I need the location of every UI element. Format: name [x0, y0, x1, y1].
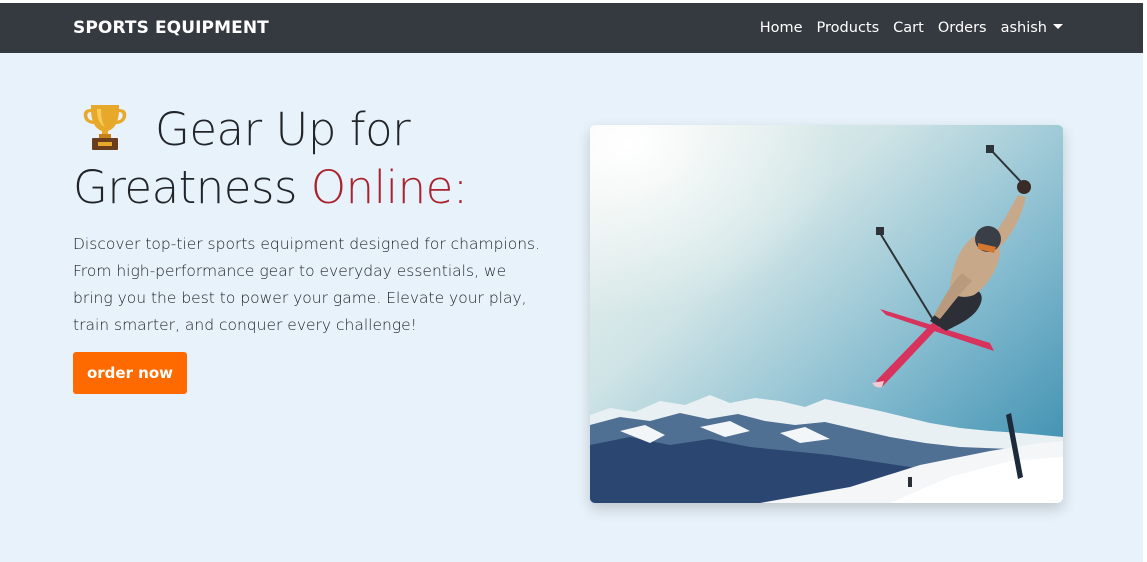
top-navbar: SPORTS EQUIPMENT Home Products Cart Orde…: [0, 3, 1143, 53]
order-now-button[interactable]: order now: [73, 352, 187, 394]
caret-down-icon: [1053, 24, 1063, 29]
nav-products-link[interactable]: Products: [817, 20, 880, 36]
nav-home-link[interactable]: Home: [760, 20, 803, 36]
user-dropdown[interactable]: ashish: [1001, 20, 1063, 36]
trophy-icon: [83, 101, 127, 151]
nav-cart-link[interactable]: Cart: [893, 20, 924, 36]
brand-logo[interactable]: SPORTS EQUIPMENT: [73, 18, 269, 38]
nav-orders-link[interactable]: Orders: [938, 20, 987, 36]
nav-links: Home Products Cart Orders ashish: [760, 20, 1063, 36]
skier-jump-photo: [590, 125, 1063, 503]
user-name: ashish: [1000, 20, 1047, 36]
hero-section: Gear Up for Greatness Online: Discover t…: [0, 53, 1143, 562]
hero-description: Discover top-tier sports equipment desig…: [73, 235, 541, 334]
hero-title: Gear Up for Greatness Online:: [73, 101, 543, 217]
title-accent-text: Online:: [310, 161, 468, 214]
